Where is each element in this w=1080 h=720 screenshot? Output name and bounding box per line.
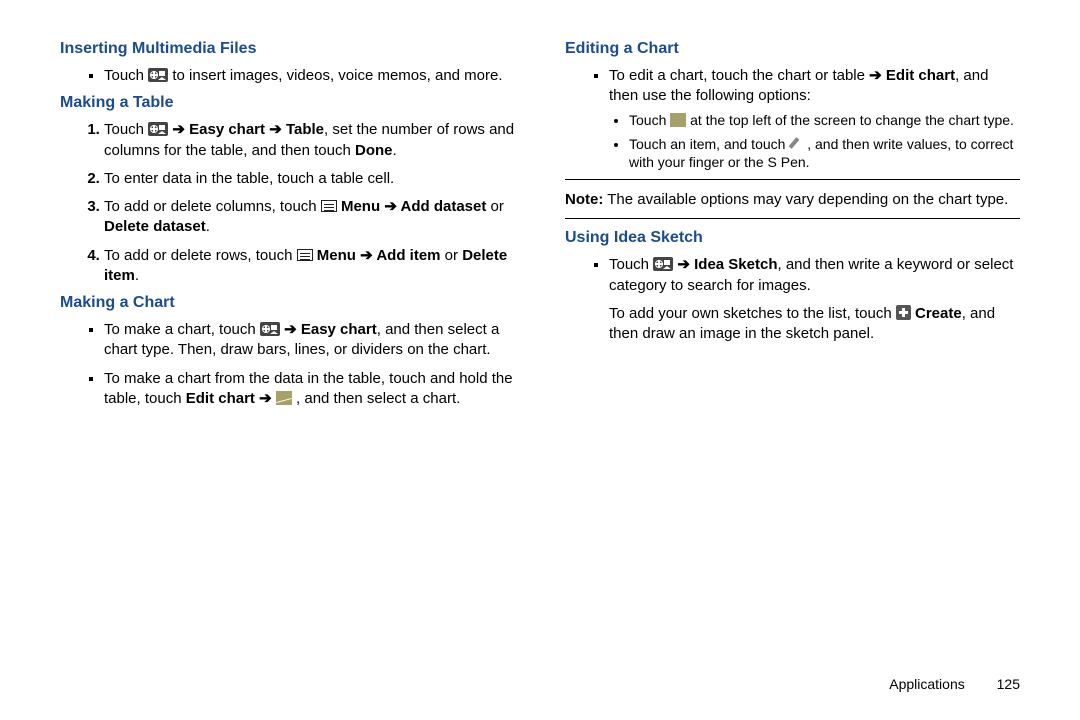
left-column: Inserting Multimedia Files Touch to inse…	[50, 40, 540, 690]
footer-page-number: 125	[997, 676, 1020, 692]
step-2: To enter data in the table, touch a tabl…	[104, 169, 515, 189]
pen-icon	[789, 137, 803, 151]
step-3: To add or delete columns, touch Menu ➔ A…	[104, 197, 515, 238]
bullet-make-chart-from-table: To make a chart from the data in the tab…	[104, 369, 515, 410]
heading-making-table: Making a Table	[60, 94, 515, 112]
bullet-idea-sketch: Touch ➔ Idea Sketch, and then write a ke…	[609, 255, 1020, 296]
add-media-icon	[653, 257, 673, 271]
bullet-make-chart: To make a chart, touch ➔ Easy chart, and…	[104, 320, 515, 361]
add-media-icon	[148, 122, 168, 136]
heading-idea-sketch: Using Idea Sketch	[565, 229, 1020, 247]
add-media-icon	[260, 322, 280, 336]
right-column: Editing a Chart To edit a chart, touch t…	[540, 40, 1030, 690]
step-4: To add or delete rows, touch Menu ➔ Add …	[104, 246, 515, 287]
chart-type-icon	[670, 113, 686, 127]
page-footer: Applications 125	[889, 676, 1020, 692]
note-line: Note: The available options may vary dep…	[565, 190, 1020, 210]
divider	[565, 218, 1020, 219]
chart-type-icon	[276, 391, 292, 405]
create-plus-icon	[896, 305, 911, 320]
heading-making-chart: Making a Chart	[60, 294, 515, 312]
sub-change-chart-type: Touch at the top left of the screen to c…	[629, 111, 1020, 129]
sub-write-values: Touch an item, and touch , and then writ…	[629, 135, 1020, 171]
menu-icon	[297, 249, 313, 261]
menu-icon	[321, 200, 337, 212]
divider	[565, 179, 1020, 180]
manual-page: Inserting Multimedia Files Touch to inse…	[0, 0, 1080, 720]
heading-inserting-multimedia: Inserting Multimedia Files	[60, 40, 515, 58]
bullet-edit-chart: To edit a chart, touch the chart or tabl…	[609, 66, 1020, 171]
footer-section: Applications	[889, 676, 965, 692]
add-media-icon	[148, 68, 168, 82]
step-1: Touch ➔ Easy chart ➔ Table, set the numb…	[104, 120, 515, 161]
heading-editing-chart: Editing a Chart	[565, 40, 1020, 58]
bullet-insert-multimedia: Touch to insert images, videos, voice me…	[104, 66, 515, 86]
idea-sketch-create: To add your own sketches to the list, to…	[565, 304, 1020, 345]
